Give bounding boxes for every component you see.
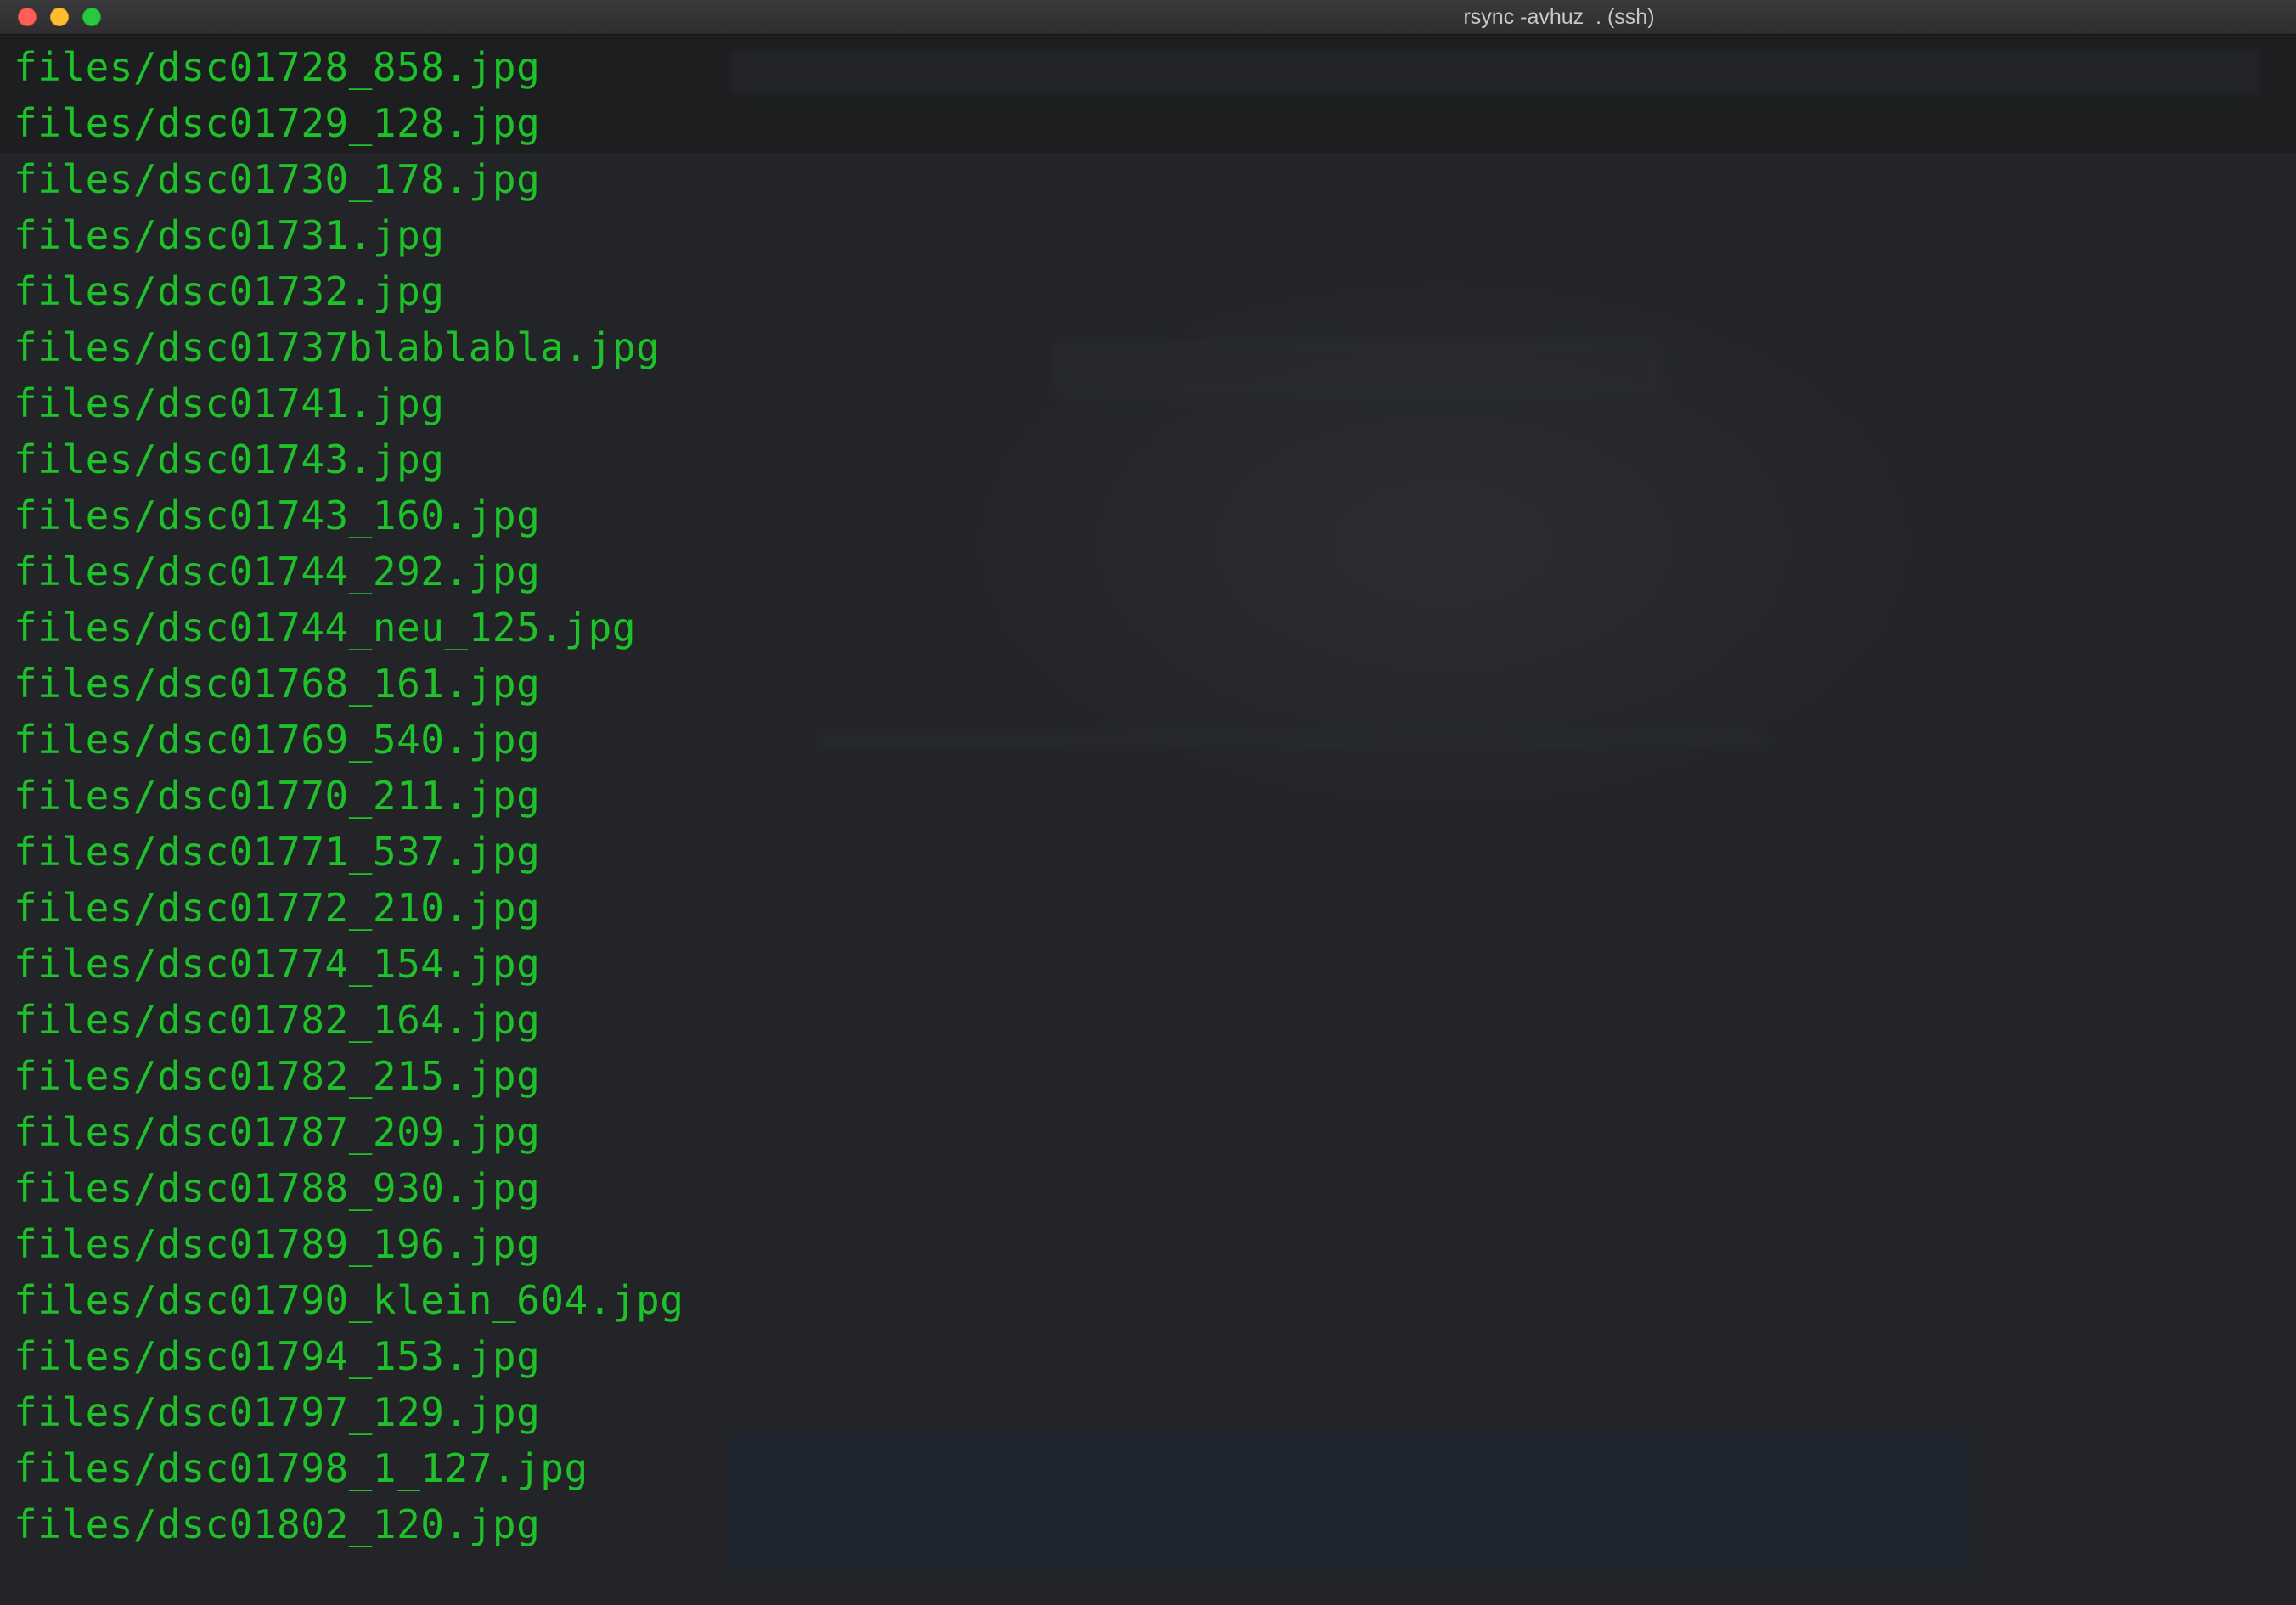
terminal-line: files/dsc01794_153.jpg bbox=[14, 1333, 541, 1379]
terminal-line: files/dsc01774_154.jpg bbox=[14, 941, 541, 987]
terminal-line: files/dsc01790_klein_604.jpg bbox=[14, 1277, 684, 1323]
terminal-line: files/dsc01737blablabla.jpg bbox=[14, 324, 661, 370]
terminal-line: files/dsc01730_178.jpg bbox=[14, 156, 541, 202]
close-button[interactable] bbox=[18, 8, 37, 26]
terminal-line: files/dsc01788_930.jpg bbox=[14, 1165, 541, 1211]
terminal-line: files/dsc01729_128.jpg bbox=[14, 100, 541, 146]
terminal-line: files/dsc01744_292.jpg bbox=[14, 549, 541, 594]
terminal-window: rsync -avhuz . (ssh) files/dsc01728_858.… bbox=[0, 0, 2296, 1605]
terminal-output[interactable]: files/dsc01728_858.jpg files/dsc01729_128… bbox=[14, 39, 2296, 1605]
terminal-line: files/dsc01744_neu_125.jpg bbox=[14, 605, 637, 650]
terminal-line: files/dsc01743_160.jpg bbox=[14, 493, 541, 538]
terminal-line: files/dsc01769_540.jpg bbox=[14, 717, 541, 763]
maximize-button[interactable] bbox=[82, 8, 101, 26]
terminal-line: files/dsc01802_120.jpg bbox=[14, 1501, 541, 1547]
terminal-line: files/dsc01771_537.jpg bbox=[14, 829, 541, 875]
terminal-line: files/dsc01772_210.jpg bbox=[14, 885, 541, 931]
terminal-line: files/dsc01728_858.jpg bbox=[14, 44, 541, 90]
terminal-line: files/dsc01732.jpg bbox=[14, 268, 445, 314]
terminal-line: files/dsc01782_164.jpg bbox=[14, 997, 541, 1043]
terminal-line: files/dsc01743.jpg bbox=[14, 436, 445, 482]
terminal-line: files/dsc01789_196.jpg bbox=[14, 1221, 541, 1267]
terminal-line: files/dsc01731.jpg bbox=[14, 212, 445, 258]
terminal-line: files/dsc01770_211.jpg bbox=[14, 773, 541, 819]
title-bar[interactable]: rsync -avhuz . (ssh) bbox=[0, 0, 2296, 35]
window-title: rsync -avhuz . (ssh) bbox=[1463, 5, 1655, 29]
minimize-button[interactable] bbox=[50, 8, 69, 26]
terminal-line: files/dsc01768_161.jpg bbox=[14, 661, 541, 707]
terminal-line: files/dsc01782_215.jpg bbox=[14, 1053, 541, 1099]
terminal-line: files/dsc01741.jpg bbox=[14, 380, 445, 426]
terminal-line: files/dsc01787_209.jpg bbox=[14, 1109, 541, 1155]
terminal-line: files/dsc01797_129.jpg bbox=[14, 1389, 541, 1435]
terminal-line: files/dsc01798_1_127.jpg bbox=[14, 1445, 588, 1491]
